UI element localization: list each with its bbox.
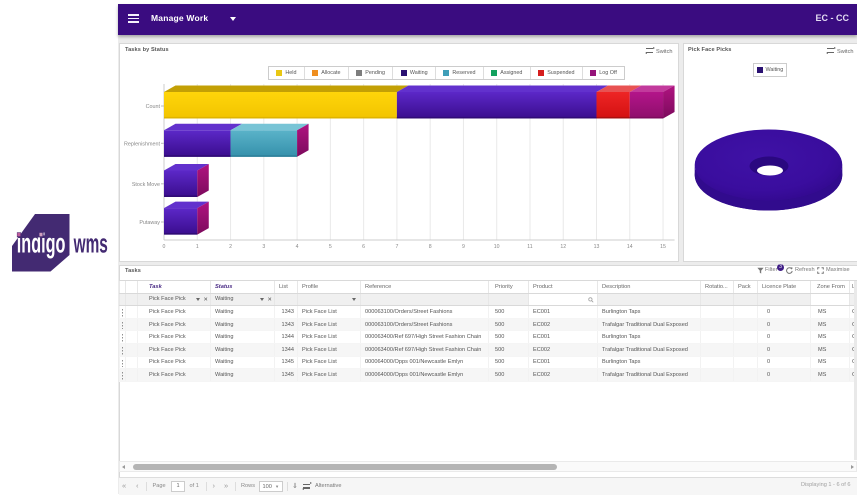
svg-text:0: 0	[163, 244, 166, 250]
svg-text:2: 2	[229, 244, 232, 250]
svg-text:4: 4	[296, 244, 299, 250]
svg-text:14: 14	[627, 244, 633, 250]
svg-text:Replenishment: Replenishment	[124, 141, 160, 147]
svg-text:15: 15	[660, 244, 666, 250]
svg-text:indigo: indigo	[17, 227, 66, 259]
svg-text:9: 9	[462, 244, 465, 250]
svg-text:3: 3	[262, 244, 265, 250]
svg-text:5: 5	[329, 244, 332, 250]
svg-text:12: 12	[560, 244, 566, 250]
svg-text:wms: wms	[73, 228, 108, 259]
svg-text:8: 8	[429, 244, 432, 250]
svg-text:1: 1	[196, 244, 199, 250]
svg-text:Stock Move: Stock Move	[132, 182, 160, 188]
svg-text:13: 13	[594, 244, 600, 250]
svg-text:Putaway: Putaway	[139, 220, 160, 226]
svg-text:7: 7	[395, 244, 398, 250]
svg-text:6: 6	[362, 244, 365, 250]
svg-text:11: 11	[527, 244, 532, 250]
svg-text:10: 10	[494, 244, 500, 250]
svg-text:Count: Count	[146, 104, 161, 110]
